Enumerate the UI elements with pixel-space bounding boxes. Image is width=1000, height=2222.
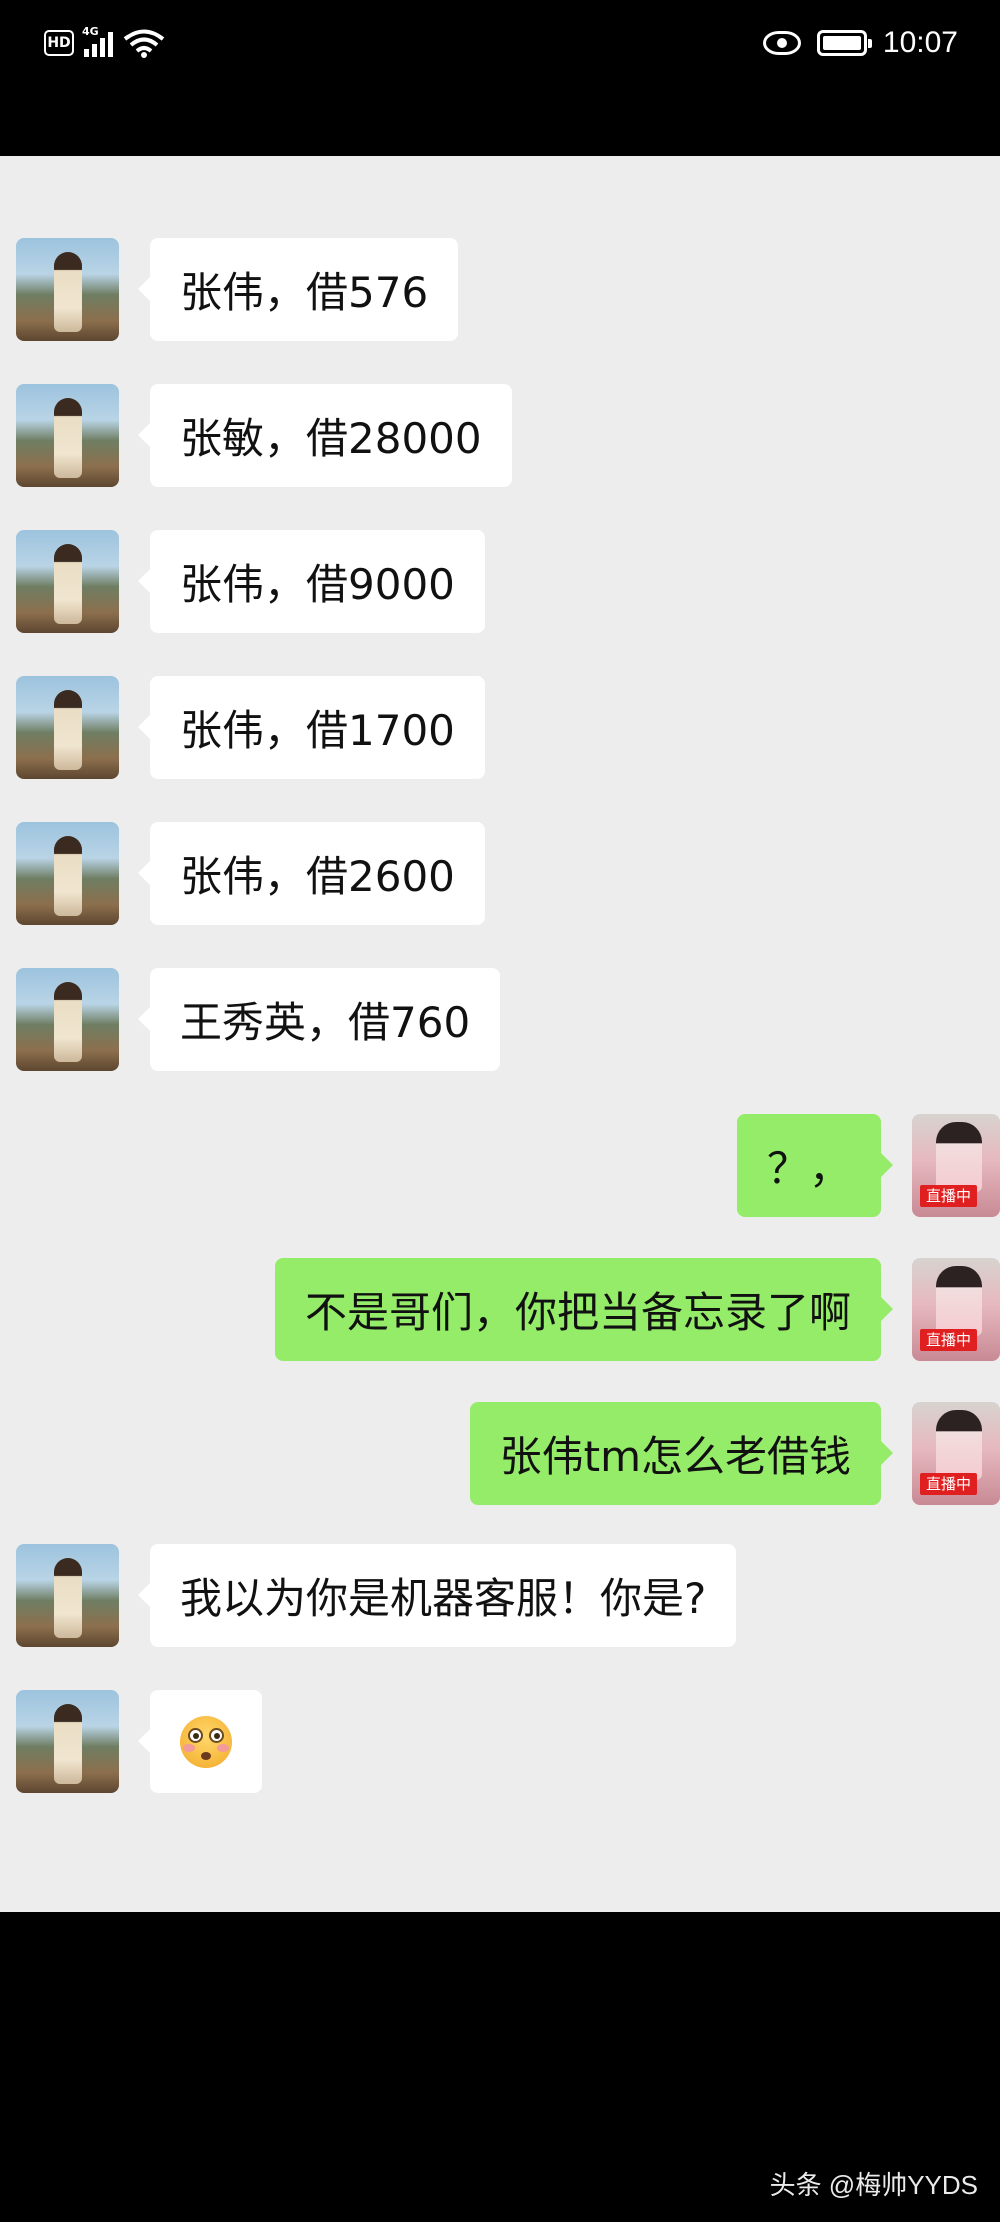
contact-avatar[interactable] (16, 530, 119, 633)
bottom-bar: 头条 @梅帅YYDS (0, 1912, 1000, 2222)
status-bar: HD 4G 10:07 (0, 0, 1000, 156)
contact-avatar[interactable] (16, 238, 119, 341)
chat-area[interactable]: 张伟，借576 张敏，借28000 张伟，借9000 张伟，借1700 张伟，借… (0, 156, 1000, 1912)
my-avatar[interactable]: 直播中 (912, 1114, 1000, 1217)
message-bubble-incoming[interactable]: 王秀英，借760 (137, 968, 501, 1071)
contact-avatar[interactable] (16, 384, 119, 487)
contact-avatar[interactable] (16, 968, 119, 1071)
message-bubble-outgoing[interactable]: ？， (736, 1114, 894, 1217)
message-bubble-incoming[interactable]: 张敏，借28000 (138, 384, 512, 487)
eye-icon (762, 31, 801, 55)
battery-icon (816, 30, 872, 56)
clock: 10:07 (882, 26, 958, 59)
my-avatar[interactable]: 直播中 (912, 1402, 1000, 1505)
my-avatar[interactable]: 直播中 (912, 1258, 1000, 1361)
status-right: 10:07 (762, 26, 958, 60)
contact-avatar[interactable] (16, 1690, 119, 1793)
live-badge: 直播中 (920, 1473, 978, 1495)
live-badge: 直播中 (920, 1185, 978, 1207)
signal-icon: 4G (82, 25, 113, 57)
message-bubble-incoming[interactable]: 张伟，借2600 (138, 822, 485, 925)
message-bubble-incoming[interactable]: 张伟，借1700 (138, 676, 485, 779)
message-bubble-incoming[interactable]: 张伟，借576 (137, 238, 459, 341)
watermark: 头条 @梅帅YYDS (769, 2170, 978, 2200)
status-left: HD 4G (44, 25, 165, 58)
contact-avatar[interactable] (16, 676, 119, 779)
message-bubble-incoming[interactable]: 张伟，借9000 (138, 530, 485, 633)
message-bubble-incoming[interactable]: 我以为你是机器客服！你是? (137, 1544, 737, 1647)
live-badge: 直播中 (920, 1329, 978, 1351)
message-bubble-outgoing[interactable]: 不是哥们，你把当备忘录了啊 (274, 1258, 894, 1361)
hd-icon: HD (44, 30, 74, 56)
message-bubble-incoming[interactable] (138, 1690, 262, 1793)
wifi-icon (123, 29, 165, 58)
network-type: 4G (82, 25, 99, 38)
flushed-face-emoji (180, 1715, 232, 1768)
message-bubble-outgoing[interactable]: 张伟tm怎么老借钱 (469, 1402, 894, 1505)
contact-avatar[interactable] (16, 1544, 119, 1647)
contact-avatar[interactable] (16, 822, 119, 925)
